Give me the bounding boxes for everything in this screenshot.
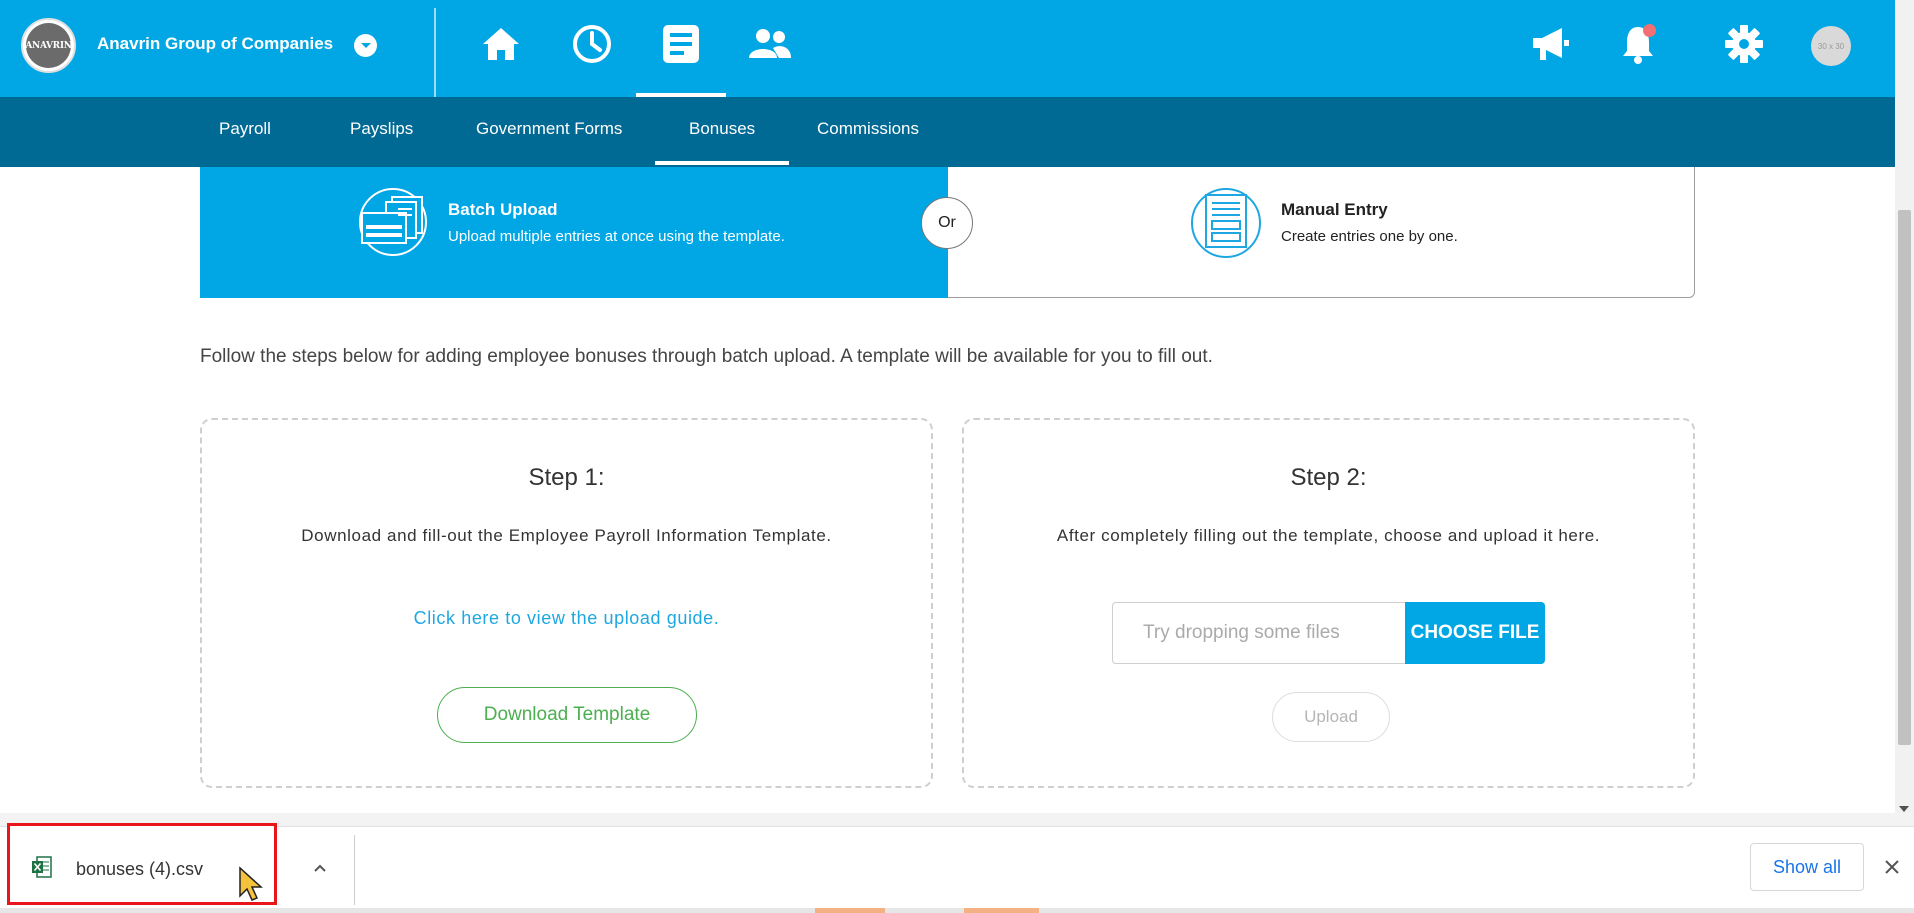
mouse-cursor-icon bbox=[238, 866, 264, 902]
clock-icon[interactable] bbox=[570, 22, 614, 66]
bell-icon[interactable] bbox=[1616, 22, 1660, 66]
show-all-button[interactable]: Show all bbox=[1750, 843, 1864, 891]
tab-commissions[interactable]: Commissions bbox=[817, 119, 919, 139]
megaphone-icon[interactable] bbox=[1528, 22, 1572, 66]
step-1-card: Step 1: Download and fill-out the Employ… bbox=[200, 418, 933, 788]
avatar[interactable]: 30 x 30 bbox=[1811, 26, 1851, 66]
manual-entry-description: Create entries one by one. bbox=[1281, 228, 1458, 245]
scroll-down-arrow-icon[interactable] bbox=[1899, 806, 1909, 812]
or-separator: Or bbox=[921, 197, 973, 249]
download-shelf-divider bbox=[0, 813, 1914, 827]
logo-text: ANAVRIN bbox=[25, 23, 72, 68]
file-drop-placeholder: Try dropping some files bbox=[1143, 622, 1340, 643]
scrollbar-thumb[interactable] bbox=[1898, 210, 1911, 745]
manual-entry-icon bbox=[1190, 187, 1262, 259]
chevron-up-icon[interactable] bbox=[312, 860, 328, 876]
taskbar-strip bbox=[0, 908, 1914, 913]
taskbar-highlight bbox=[815, 908, 885, 913]
step-1-text: Download and fill-out the Employee Payro… bbox=[301, 526, 832, 545]
upload-guide-link[interactable]: Click here to view the upload guide. bbox=[202, 608, 931, 629]
tab-payslips[interactable]: Payslips bbox=[350, 119, 413, 139]
manual-entry-title: Manual Entry bbox=[1281, 200, 1388, 219]
top-app-bar: ANAVRIN Anavrin Group of Companies 30 x … bbox=[0, 0, 1914, 118]
close-icon[interactable] bbox=[1883, 858, 1901, 876]
tab-payroll[interactable]: Payroll bbox=[219, 119, 271, 139]
excel-file-icon bbox=[32, 856, 52, 878]
batch-upload-title: Batch Upload bbox=[448, 200, 558, 219]
company-name[interactable]: Anavrin Group of Companies bbox=[97, 34, 333, 54]
chevron-down-icon[interactable] bbox=[354, 34, 377, 57]
instructions-text: Follow the steps below for adding employ… bbox=[200, 346, 1213, 367]
notification-dot bbox=[1643, 24, 1656, 37]
downloaded-file-item[interactable]: bonuses (4).csv bbox=[7, 823, 277, 905]
step-2-title: Step 2: bbox=[1290, 464, 1367, 491]
upload-button[interactable]: Upload bbox=[1272, 692, 1390, 742]
tab-government-forms[interactable]: Government Forms bbox=[476, 119, 622, 139]
batch-upload-icon bbox=[356, 187, 430, 257]
gear-icon[interactable] bbox=[1722, 22, 1766, 66]
step-1-title: Step 1: bbox=[528, 464, 605, 491]
download-shelf bbox=[0, 827, 1914, 913]
step-2-card: Step 2: After completely filling out the… bbox=[962, 418, 1695, 788]
downloaded-file-name: bonuses (4).csv bbox=[76, 859, 204, 879]
taskbar-highlight bbox=[964, 908, 1039, 913]
tab-bonuses[interactable]: Bonuses bbox=[689, 119, 755, 139]
step-2-text: After completely filling out the templat… bbox=[1056, 526, 1601, 545]
people-icon[interactable] bbox=[748, 22, 792, 66]
home-icon[interactable] bbox=[479, 22, 523, 66]
company-logo[interactable]: ANAVRIN bbox=[21, 18, 76, 73]
download-template-button[interactable]: Download Template bbox=[437, 687, 697, 743]
document-icon[interactable] bbox=[659, 22, 703, 66]
choose-file-button[interactable]: CHOOSE FILE bbox=[1405, 602, 1545, 664]
page: ANAVRIN Anavrin Group of Companies 30 x … bbox=[0, 0, 1914, 913]
file-drop-input[interactable]: Try dropping some files CHOOSE FILE bbox=[1112, 602, 1545, 664]
batch-upload-description: Upload multiple entries at once using th… bbox=[448, 228, 785, 245]
active-tab-indicator bbox=[655, 161, 789, 165]
shelf-separator bbox=[354, 835, 355, 905]
sub-navigation: Payroll Payslips Government Forms Bonuse… bbox=[0, 97, 1895, 167]
